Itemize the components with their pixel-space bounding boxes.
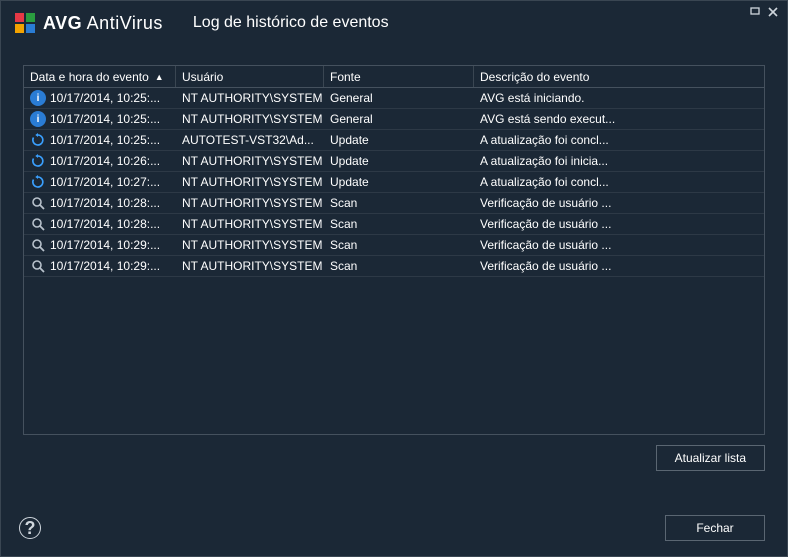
cell-date: 10/17/2014, 10:27:...: [24, 172, 176, 192]
info-icon: i: [30, 111, 46, 127]
cell-user: NT AUTHORITY\SYSTEM: [176, 235, 324, 255]
app-window: AVG AntiVirus Log de histórico de evento…: [0, 0, 788, 557]
avg-logo-icon: [13, 11, 37, 35]
cell-date-text: 10/17/2014, 10:28:...: [50, 196, 160, 210]
cell-source: Scan: [324, 256, 474, 276]
scan-icon: [30, 237, 46, 253]
column-header-source[interactable]: Fonte: [324, 66, 474, 87]
cell-description: AVG está iniciando.: [474, 88, 764, 108]
cell-date-text: 10/17/2014, 10:29:...: [50, 238, 160, 252]
cell-source: Update: [324, 172, 474, 192]
help-icon[interactable]: ?: [19, 517, 41, 539]
content-area: Data e hora do evento ▲ Usuário Fonte De…: [1, 45, 787, 508]
cell-date-text: 10/17/2014, 10:29:...: [50, 259, 160, 273]
table-body[interactable]: i 10/17/2014, 10:25:... NT AUTHORITY\SYSTE…: [24, 88, 764, 434]
cell-description: A atualização foi concl...: [474, 130, 764, 150]
cell-description: AVG está sendo execut...: [474, 109, 764, 129]
cell-date: 10/17/2014, 10:28:...: [24, 214, 176, 234]
cell-source: Update: [324, 151, 474, 171]
cell-description: A atualização foi inicia...: [474, 151, 764, 171]
cell-source: General: [324, 109, 474, 129]
cell-date-text: 10/17/2014, 10:26:...: [50, 154, 160, 168]
cell-date: 10/17/2014, 10:29:...: [24, 256, 176, 276]
update-icon: [30, 153, 46, 169]
table-button-row: Atualizar lista: [23, 435, 765, 471]
column-header-user-label: Usuário: [182, 70, 223, 84]
close-button[interactable]: Fechar: [665, 515, 765, 541]
cell-date: 10/17/2014, 10:26:...: [24, 151, 176, 171]
cell-date-text: 10/17/2014, 10:25:...: [50, 133, 160, 147]
update-icon: [30, 132, 46, 148]
table-row[interactable]: i 10/17/2014, 10:25:... NT AUTHORITY\SYSTE…: [24, 109, 764, 130]
cell-date: i 10/17/2014, 10:25:...: [24, 109, 176, 129]
cell-user: NT AUTHORITY\SYSTEM: [176, 193, 324, 213]
cell-user: AUTOTEST-VST32\Ad...: [176, 130, 324, 150]
column-header-source-label: Fonte: [330, 70, 361, 84]
cell-user: NT AUTHORITY\SYSTEM: [176, 151, 324, 171]
column-header-date-label: Data e hora do evento: [30, 70, 149, 84]
info-icon: i: [30, 90, 46, 106]
scan-icon: [30, 195, 46, 211]
event-table: Data e hora do evento ▲ Usuário Fonte De…: [23, 65, 765, 435]
column-header-date[interactable]: Data e hora do evento ▲: [24, 66, 176, 87]
window-controls: [747, 5, 781, 19]
cell-date-text: 10/17/2014, 10:25:...: [50, 91, 160, 105]
cell-date: 10/17/2014, 10:25:...: [24, 130, 176, 150]
column-header-description[interactable]: Descrição do evento: [474, 66, 764, 87]
cell-date: i 10/17/2014, 10:25:...: [24, 88, 176, 108]
footer: ? Fechar: [1, 508, 787, 556]
cell-description: Verificação de usuário ...: [474, 214, 764, 234]
cell-source: Scan: [324, 193, 474, 213]
cell-date: 10/17/2014, 10:28:...: [24, 193, 176, 213]
cell-date-text: 10/17/2014, 10:25:...: [50, 112, 160, 126]
scan-icon: [30, 216, 46, 232]
scan-icon: [30, 258, 46, 274]
cell-user: NT AUTHORITY\SYSTEM: [176, 172, 324, 192]
update-icon: [30, 174, 46, 190]
cell-description: Verificação de usuário ...: [474, 193, 764, 213]
page-title: Log de histórico de eventos: [193, 14, 389, 32]
cell-date-text: 10/17/2014, 10:28:...: [50, 217, 160, 231]
close-icon[interactable]: [765, 5, 781, 19]
cell-date-text: 10/17/2014, 10:27:...: [50, 175, 160, 189]
cell-date: 10/17/2014, 10:29:...: [24, 235, 176, 255]
table-header: Data e hora do evento ▲ Usuário Fonte De…: [24, 66, 764, 88]
table-row[interactable]: 10/17/2014, 10:28:... NT AUTHORITY\SYSTEM…: [24, 214, 764, 235]
cell-source: Update: [324, 130, 474, 150]
cell-description: Verificação de usuário ...: [474, 235, 764, 255]
app-logo: AVG AntiVirus: [13, 11, 163, 35]
minimize-icon[interactable]: [747, 5, 763, 19]
table-row[interactable]: i 10/17/2014, 10:25:... NT AUTHORITY\SYSTE…: [24, 88, 764, 109]
cell-user: NT AUTHORITY\SYSTEM: [176, 88, 324, 108]
table-row[interactable]: 10/17/2014, 10:26:... NT AUTHORITY\SYSTEM…: [24, 151, 764, 172]
cell-description: A atualização foi concl...: [474, 172, 764, 192]
cell-source: Scan: [324, 214, 474, 234]
cell-user: NT AUTHORITY\SYSTEM: [176, 256, 324, 276]
column-header-user[interactable]: Usuário: [176, 66, 324, 87]
titlebar: AVG AntiVirus Log de histórico de evento…: [1, 1, 787, 45]
cell-source: General: [324, 88, 474, 108]
cell-user: NT AUTHORITY\SYSTEM: [176, 214, 324, 234]
cell-source: Scan: [324, 235, 474, 255]
cell-description: Verificação de usuário ...: [474, 256, 764, 276]
column-header-description-label: Descrição do evento: [480, 70, 589, 84]
table-row[interactable]: 10/17/2014, 10:25:... AUTOTEST-VST32\Ad..…: [24, 130, 764, 151]
sort-ascending-icon: ▲: [155, 72, 164, 82]
table-row[interactable]: 10/17/2014, 10:28:... NT AUTHORITY\SYSTEM…: [24, 193, 764, 214]
refresh-list-button[interactable]: Atualizar lista: [656, 445, 765, 471]
table-row[interactable]: 10/17/2014, 10:29:... NT AUTHORITY\SYSTEM…: [24, 235, 764, 256]
table-row[interactable]: 10/17/2014, 10:27:... NT AUTHORITY\SYSTEM…: [24, 172, 764, 193]
cell-user: NT AUTHORITY\SYSTEM: [176, 109, 324, 129]
app-brand: AVG AntiVirus: [43, 13, 163, 34]
table-row[interactable]: 10/17/2014, 10:29:... NT AUTHORITY\SYSTEM…: [24, 256, 764, 277]
